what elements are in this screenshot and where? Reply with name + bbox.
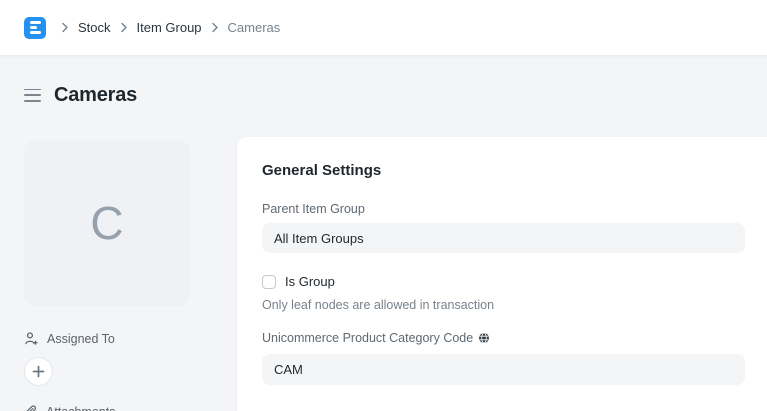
breadcrumb-item-item-group[interactable]: Item Group <box>137 20 202 35</box>
general-settings-card: General Settings Parent Item Group Is Gr… <box>237 137 767 411</box>
page-body: Cameras C Assigned To <box>0 56 767 411</box>
app-logo-button[interactable] <box>24 17 46 39</box>
is-group-checkbox[interactable] <box>262 275 276 289</box>
unicommerce-category-code-input[interactable] <box>262 354 745 385</box>
parent-item-group-label: Parent Item Group <box>262 202 767 216</box>
chevron-right-icon <box>61 22 69 33</box>
attachments-section: Attachments <box>24 405 190 411</box>
page-head: Cameras <box>24 82 137 108</box>
breadcrumb-item-current: Cameras <box>228 20 281 35</box>
chevron-right-icon <box>120 22 128 33</box>
is-group-field: Is Group <box>262 274 767 289</box>
unicommerce-category-code-label: Unicommerce Product Category Code <box>262 331 767 345</box>
globe-icon <box>478 332 490 344</box>
is-group-label: Is Group <box>285 274 335 289</box>
paperclip-icon <box>24 405 38 411</box>
breadcrumb-item-stock[interactable]: Stock <box>78 20 111 35</box>
is-group-description: Only leaf nodes are allowed in transacti… <box>262 298 767 312</box>
attachments-label: Attachments <box>46 405 115 411</box>
erpnext-logo-icon <box>30 21 41 24</box>
assign-user-plus-icon <box>24 331 39 346</box>
section-title: General Settings <box>262 162 767 179</box>
hamburger-icon <box>24 89 41 91</box>
add-assignment-button[interactable] <box>24 357 53 386</box>
breadcrumb: Stock Item Group Cameras <box>61 20 280 35</box>
assigned-to-section: Assigned To <box>24 331 190 346</box>
chevron-right-icon <box>211 22 219 33</box>
sidebar-toggle-button[interactable] <box>24 89 41 102</box>
form-sidebar: C Assigned To Attachment <box>24 140 190 411</box>
assigned-to-label: Assigned To <box>47 332 115 346</box>
parent-item-group-input[interactable] <box>262 223 745 253</box>
avatar-letter: C <box>90 200 123 246</box>
item-group-avatar[interactable]: C <box>24 140 190 306</box>
navbar: Stock Item Group Cameras <box>0 0 767 56</box>
plus-icon <box>32 365 45 378</box>
page-title: Cameras <box>54 84 137 107</box>
